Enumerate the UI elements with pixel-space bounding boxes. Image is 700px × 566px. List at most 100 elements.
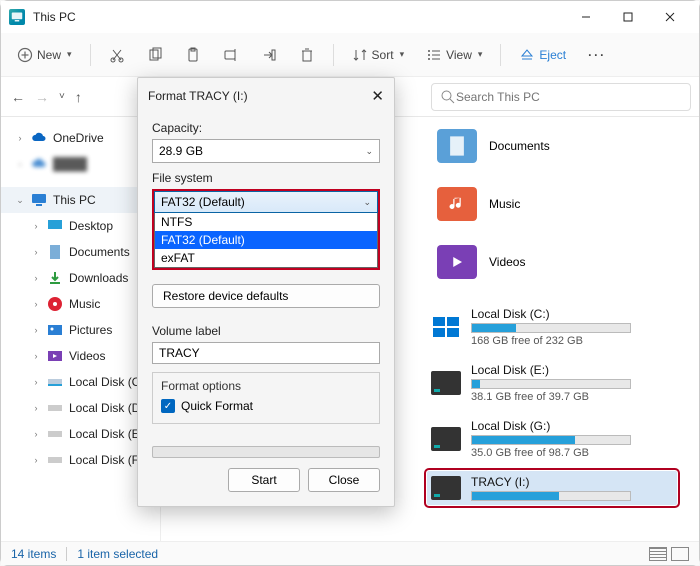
dialog-close-button[interactable]: ✕ bbox=[371, 87, 384, 105]
delete-button[interactable] bbox=[291, 43, 323, 67]
monitor-icon bbox=[31, 192, 47, 208]
folder-documents[interactable]: Documents bbox=[437, 129, 550, 163]
chevron-down-icon: ▾ bbox=[67, 49, 72, 60]
drive-name: Local Disk (C:) bbox=[471, 307, 669, 321]
sidebar-item-label: Pictures bbox=[69, 323, 112, 337]
new-button[interactable]: New ▾ bbox=[9, 43, 80, 67]
fs-option-fat32[interactable]: FAT32 (Default) bbox=[155, 231, 377, 249]
sort-button[interactable]: Sort ▾ bbox=[344, 43, 413, 67]
chevron-down-icon: ⌄ bbox=[365, 146, 373, 157]
drive-name: Local Disk (G:) bbox=[471, 419, 669, 433]
filesystem-dropdown: NTFS FAT32 (Default) exFAT bbox=[154, 213, 378, 268]
sidebar-item-label: Videos bbox=[69, 349, 105, 363]
selection-count: 1 item selected bbox=[77, 547, 158, 561]
new-label: New bbox=[37, 48, 61, 62]
drive-icon bbox=[47, 452, 63, 468]
filesystem-highlight: FAT32 (Default) ⌄ NTFS FAT32 (Default) ex… bbox=[152, 189, 380, 270]
search-box[interactable] bbox=[431, 83, 691, 111]
document-icon bbox=[47, 244, 63, 260]
separator bbox=[66, 547, 67, 561]
back-button[interactable]: ← bbox=[9, 87, 27, 107]
volume-label-label: Volume label bbox=[152, 324, 380, 338]
capacity-select[interactable]: 28.9 GB ⌄ bbox=[152, 139, 380, 163]
format-options-label: Format options bbox=[161, 379, 371, 393]
music-icon bbox=[47, 296, 63, 312]
sort-label: Sort bbox=[372, 48, 394, 62]
folder-videos[interactable]: Videos bbox=[437, 245, 525, 279]
cloud-icon bbox=[31, 130, 47, 146]
maximize-button[interactable] bbox=[607, 2, 649, 32]
fs-option-exfat[interactable]: exFAT bbox=[155, 249, 377, 267]
fs-option-ntfs[interactable]: NTFS bbox=[155, 213, 377, 231]
drive-c[interactable]: Local Disk (C:) 168 GB free of 232 GB bbox=[427, 303, 677, 351]
documents-icon bbox=[437, 129, 477, 163]
separator bbox=[500, 44, 501, 66]
rename-button[interactable] bbox=[215, 43, 247, 67]
this-pc-icon bbox=[9, 9, 25, 25]
copy-button[interactable] bbox=[139, 43, 171, 67]
sidebar-item-label: Music bbox=[69, 297, 100, 311]
progress-bar bbox=[152, 446, 380, 458]
pictures-icon bbox=[47, 322, 63, 338]
window-title: This PC bbox=[33, 10, 565, 24]
usage-bar bbox=[471, 491, 631, 501]
sidebar-item-label: Documents bbox=[69, 245, 130, 259]
windows-drive-icon bbox=[431, 315, 461, 339]
start-button[interactable]: Start bbox=[228, 468, 300, 492]
sidebar-item-label: This PC bbox=[53, 193, 96, 207]
close-button[interactable] bbox=[649, 2, 691, 32]
sidebar-item-label: Downloads bbox=[69, 271, 128, 285]
drive-space: 168 GB free of 232 GB bbox=[471, 335, 669, 347]
sidebar-item-label: Local Disk (F:) bbox=[69, 453, 146, 467]
paste-button[interactable] bbox=[177, 43, 209, 67]
search-input[interactable] bbox=[456, 90, 682, 104]
usage-bar bbox=[471, 435, 631, 445]
view-tiles-button[interactable] bbox=[671, 547, 689, 561]
folder-label: Videos bbox=[489, 255, 525, 269]
drive-space: 38.1 GB free of 39.7 GB bbox=[471, 391, 669, 403]
restore-defaults-button[interactable]: Restore device defaults bbox=[152, 284, 380, 308]
sidebar-item-label: Local Disk (C:) bbox=[69, 375, 148, 389]
chevron-down-icon: ⌄ bbox=[363, 197, 371, 208]
filesystem-select[interactable]: FAT32 (Default) ⌄ bbox=[154, 191, 378, 213]
up-level-button[interactable]: ↑ bbox=[73, 87, 84, 107]
filesystem-label: File system bbox=[152, 171, 380, 185]
folder-label: Music bbox=[489, 197, 520, 211]
separator bbox=[90, 44, 91, 66]
drive-e[interactable]: Local Disk (E:)38.1 GB free of 39.7 GB bbox=[427, 359, 677, 407]
item-count: 14 items bbox=[11, 547, 56, 561]
close-dialog-button[interactable]: Close bbox=[308, 468, 380, 492]
drive-icon bbox=[47, 374, 63, 390]
drive-icon bbox=[431, 371, 461, 395]
forward-button[interactable]: → bbox=[33, 87, 51, 107]
folder-music[interactable]: Music bbox=[437, 187, 520, 221]
up-button[interactable]: ˅ bbox=[57, 89, 67, 104]
drive-icon bbox=[47, 400, 63, 416]
status-bar: 14 items 1 item selected bbox=[1, 541, 699, 565]
sidebar-item-label: Local Disk (E:) bbox=[69, 427, 147, 441]
quick-format-checkbox[interactable]: ✓Quick Format bbox=[161, 399, 371, 413]
filesystem-selected: FAT32 (Default) bbox=[161, 195, 245, 209]
share-button[interactable] bbox=[253, 43, 285, 67]
eject-button[interactable]: Eject bbox=[511, 43, 574, 67]
usage-bar bbox=[471, 323, 631, 333]
chevron-down-icon: ▾ bbox=[400, 49, 405, 60]
music-icon bbox=[437, 187, 477, 221]
capacity-value: 28.9 GB bbox=[159, 144, 203, 158]
drive-icon bbox=[431, 427, 461, 451]
chevron-down-icon: ▾ bbox=[478, 49, 483, 60]
more-button[interactable]: ··· bbox=[580, 44, 614, 66]
view-label: View bbox=[446, 48, 472, 62]
view-button[interactable]: View ▾ bbox=[418, 43, 490, 67]
drive-g[interactable]: Local Disk (G:)35.0 GB free of 98.7 GB bbox=[427, 415, 677, 463]
search-icon bbox=[440, 89, 456, 105]
view-details-button[interactable] bbox=[649, 547, 667, 561]
cut-button[interactable] bbox=[101, 43, 133, 67]
title-bar: This PC bbox=[1, 1, 699, 33]
drives-list: Local Disk (C:) 168 GB free of 232 GB Loc… bbox=[427, 303, 687, 505]
cloud-icon bbox=[31, 156, 47, 172]
drive-tracy[interactable]: TRACY (I:) bbox=[427, 471, 677, 505]
minimize-button[interactable] bbox=[565, 2, 607, 32]
toolbar: New ▾ Sort ▾ View ▾ Eject ··· bbox=[1, 33, 699, 77]
volume-label-input[interactable] bbox=[152, 342, 380, 364]
